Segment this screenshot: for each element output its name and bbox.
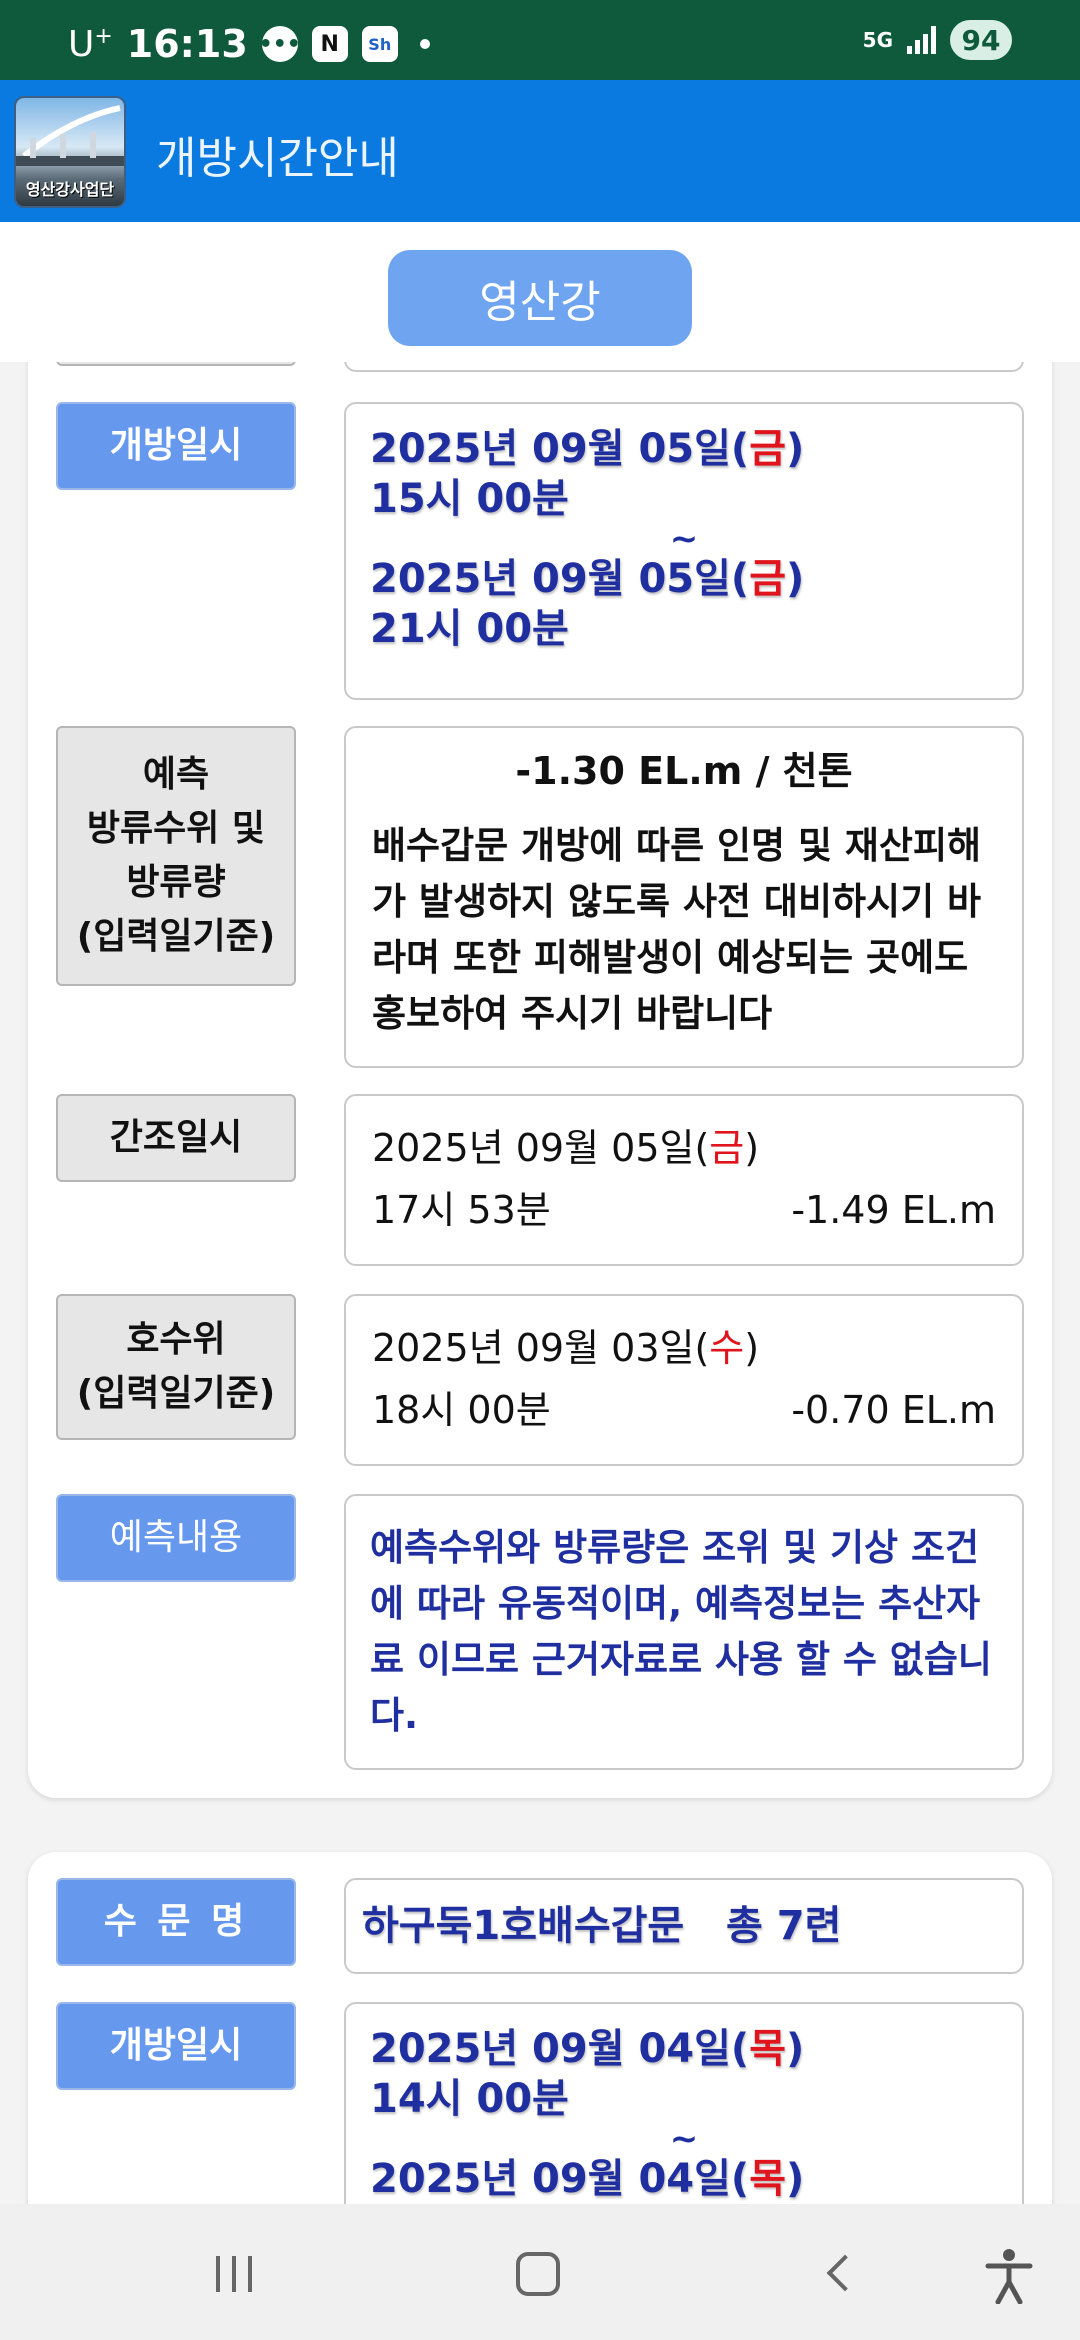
forecast-notice: 배수갑문 개방에 따른 인명 및 재산피해가 발생하지 않도록 사전 대비하시기… <box>372 824 982 1035</box>
app-title: 개방시간안내 <box>156 133 399 184</box>
forecast-level-flow: -1.30 EL.m / 천톤 <box>515 749 853 793</box>
open-start-date: 2025년 09월 04일(목) <box>370 2026 805 2072</box>
lake-level-label: 호수위 (입력일기준) <box>56 1294 296 1440</box>
content-scroll[interactable]: 개방일시 2025년 09월 05일(금) 15시 00분 ~ 2025년 09… <box>0 362 1080 2204</box>
app-bar: 영산강사업단 개방시간안내 <box>0 80 1080 222</box>
forecast-label: 예측 방류수위 및 방류량 (입력일기준) <box>56 726 296 986</box>
gate-name-value-partial <box>344 362 1024 372</box>
network-type: 5G <box>862 28 893 52</box>
lake-time: 18시 00분 <box>372 1388 551 1432</box>
logo-text: 영산강사업단 <box>25 180 115 199</box>
suhyup-sh-icon: Sh <box>361 26 398 62</box>
low-tide-time: 17시 53분 <box>372 1188 551 1232</box>
lake-row: 18시 00분 -0.70 EL.m <box>372 1380 996 1440</box>
accessibility-icon[interactable] <box>984 2248 1034 2304</box>
system-nav-bar <box>0 2204 1080 2340</box>
home-button[interactable] <box>516 2252 560 2296</box>
naver-icon: N <box>311 26 348 62</box>
gate-card: 개방일시 2025년 09월 05일(금) 15시 00분 ~ 2025년 09… <box>28 362 1052 1798</box>
low-tide-value: 2025년 09월 05일(금) 17시 53분 -1.49 EL.m <box>344 1094 1024 1266</box>
open-time-value: 2025년 09월 05일(금) 15시 00분 ~ 2025년 09월 05일… <box>344 402 1024 700</box>
weekday: 금 <box>749 556 787 602</box>
back-button[interactable] <box>826 2254 864 2292</box>
forecast-content-value: 예측수위와 방류량은 조위 및 기상 조건에 따라 유동적이며, 예측정보는 추… <box>344 1494 1024 1770</box>
lake-level-value: 2025년 09월 03일(수) 18시 00분 -0.70 EL.m <box>344 1294 1024 1466</box>
status-right: 5G 94 <box>863 20 1012 60</box>
low-tide-date: 2025년 09월 05일(금) <box>372 1126 760 1170</box>
open-time-label-2: 개방일시 <box>56 2002 296 2090</box>
river-select-button[interactable]: 영산강 <box>388 250 692 346</box>
gate-card-2: 수 문 명 하구둑1호배수갑문 총 7련 개방일시 2025년 09월 04일(… <box>28 1852 1052 2204</box>
gate-name-label-partial <box>56 362 296 366</box>
battery-indicator: 94 <box>950 20 1012 60</box>
recent-apps-button[interactable] <box>216 2256 252 2292</box>
open-time-label: 개방일시 <box>56 402 296 490</box>
forecast-value: -1.30 EL.m / 천톤 배수갑문 개방에 따른 인명 및 재산피해가 발… <box>344 726 1024 1068</box>
open-end-date: 2025년 09월 04일(목) <box>370 2156 805 2202</box>
app-logo: 영산강사업단 <box>14 96 126 208</box>
forecast-content-text: 예측수위와 방류량은 조위 및 기상 조건에 따라 유동적이며, 예측정보는 추… <box>370 1526 992 1737</box>
signal-icon <box>907 26 936 54</box>
gate-name-value: 하구둑1호배수갑문 총 7련 <box>344 1878 1024 1974</box>
range-tilde: ~ <box>669 519 699 559</box>
status-bar: U+ 16:13 ••• N Sh 5G 94 <box>0 0 1080 80</box>
gate-bridge-icon <box>16 105 124 166</box>
carrier-label: U+ <box>68 23 113 65</box>
river-selector-area: 영산강 <box>0 222 1080 362</box>
status-left: U+ 16:13 ••• N Sh <box>68 22 430 66</box>
open-time-value-2: 2025년 09월 04일(목) 14시 00분 ~ 2025년 09월 04일… <box>344 2002 1024 2204</box>
low-tide-level: -1.49 EL.m <box>791 1188 996 1232</box>
lake-level: -0.70 EL.m <box>791 1388 996 1432</box>
notification-dot-icon <box>419 39 430 49</box>
gate-name-label: 수 문 명 <box>56 1878 296 1966</box>
open-start-date: 2025년 09월 05일(금) <box>370 426 805 472</box>
low-tide-label: 간조일시 <box>56 1094 296 1182</box>
open-start-time: 14시 00분 <box>370 2076 569 2122</box>
lake-date: 2025년 09월 03일(수) <box>372 1326 760 1370</box>
open-end-date: 2025년 09월 05일(금) <box>370 556 805 602</box>
clock: 16:13 <box>126 22 248 66</box>
low-tide-row: 17시 53분 -1.49 EL.m <box>372 1180 996 1240</box>
chat-bubble-icon: ••• <box>259 26 301 62</box>
forecast-content-label: 예측내용 <box>56 1494 296 1582</box>
open-start-time: 15시 00분 <box>370 476 569 522</box>
open-end-time: 21시 00분 <box>370 606 569 652</box>
weekday: 금 <box>749 426 787 472</box>
gate-name-text: 하구둑1호배수갑문 총 7련 <box>362 1903 842 1949</box>
range-tilde: ~ <box>669 2119 699 2159</box>
